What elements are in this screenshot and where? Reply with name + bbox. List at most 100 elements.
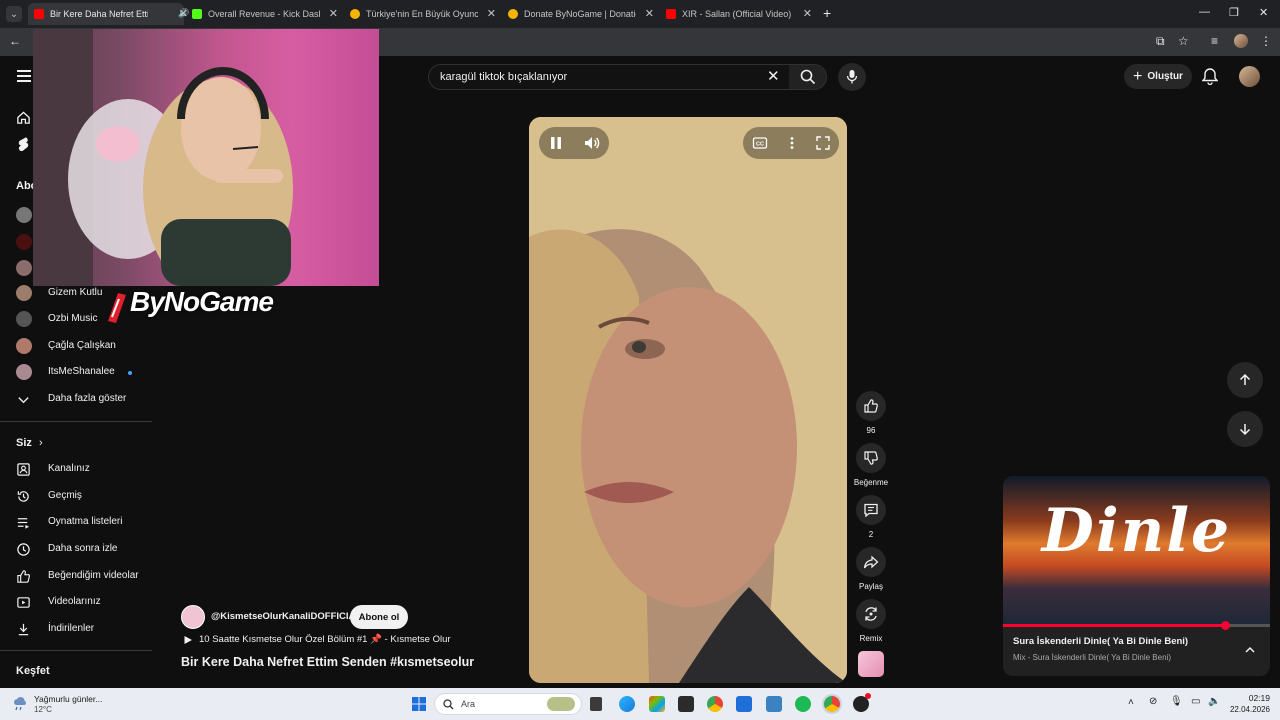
mix-mini-player[interactable]: Dinle Sura İskenderli Dinle( Ya Bi Dinle… — [1003, 476, 1270, 676]
volume-icon — [585, 137, 600, 149]
app-icon[interactable] — [766, 696, 782, 712]
weather-text[interactable]: Yağmurlu günler... — [34, 694, 102, 704]
video-frame-image — [529, 117, 847, 683]
sound-thumbnail[interactable] — [858, 651, 884, 677]
thumbnail-text: Dinle — [1041, 496, 1232, 566]
live-dot — [128, 371, 132, 375]
voice-search-button[interactable] — [838, 63, 866, 91]
chevron-up-icon[interactable] — [1244, 644, 1256, 656]
clear-search-icon[interactable]: ✕ — [767, 67, 780, 85]
close-tab-icon[interactable]: ✕ — [803, 7, 812, 20]
bookmark-star-icon[interactable]: ☆ — [1178, 34, 1189, 48]
minimize-icon[interactable]: — — [1199, 6, 1210, 18]
playlist-link[interactable]: 10 Saatte Kısmetse Olur Özel Bölüm #1 📌 … — [183, 634, 451, 645]
shorts-video-player[interactable]: CC — [529, 117, 847, 683]
mix-progress-knob[interactable] — [1220, 621, 1230, 630]
task-view-icon[interactable] — [590, 697, 602, 711]
tab[interactable]: Türkiye'nin En Büyük Oyuncu D ✕ — [344, 3, 500, 25]
sidebar-item-liked-videos[interactable]: Beğendiğim videolar — [0, 563, 152, 589]
shorts-icon — [18, 137, 29, 151]
avatar[interactable] — [16, 260, 32, 276]
tab-search-button[interactable]: ⌄ — [6, 6, 22, 22]
menu-icon[interactable] — [17, 70, 31, 85]
close-tab-icon[interactable]: ✕ — [487, 7, 496, 20]
channel-handle[interactable]: @KismetseOlurKanaliDOFFICIAL — [211, 611, 361, 622]
sidebar-item-playlists[interactable]: Oynatma listeleri — [0, 509, 152, 535]
you-heading[interactable]: Siz › — [16, 437, 43, 449]
more-vert-icon[interactable]: ⋮ — [1260, 34, 1272, 48]
clock-time[interactable]: 02:19 — [1214, 693, 1270, 703]
install-app-icon[interactable]: ⧉ — [1156, 34, 1165, 49]
close-tab-icon[interactable]: ✕ — [645, 7, 654, 20]
search-highlight-image — [547, 697, 575, 711]
thumbs-down-icon — [864, 451, 878, 465]
remix-label: Remix — [859, 634, 883, 643]
sidebar-item-your-videos[interactable]: Videolarınız — [0, 589, 152, 615]
plus-icon[interactable]: + — [823, 5, 831, 21]
profile-avatar[interactable] — [1234, 34, 1248, 48]
microphone-icon[interactable]: 🎙 — [1170, 696, 1183, 707]
spotify-icon[interactable] — [795, 696, 811, 712]
tab[interactable]: XIR - Sallan (Official Video) - Yo ✕ — [660, 3, 816, 25]
volume-button[interactable] — [583, 134, 601, 157]
previous-short-button[interactable] — [1227, 362, 1263, 398]
dislike-button[interactable] — [856, 443, 886, 473]
show-more-button[interactable]: Daha fazla göster — [0, 386, 152, 412]
create-button[interactable]: + Oluştur — [1124, 64, 1192, 89]
tab[interactable]: Overall Revenue - Kick Dashbo ✕ — [186, 3, 342, 25]
tab[interactable]: Donate ByNoGame | Donations ✕ — [502, 3, 658, 25]
close-tab-icon[interactable]: ✕ — [329, 7, 338, 20]
mix-subtitle: Mix - Sura İskenderli Dinle( Ya Bi Dinle… — [1013, 653, 1171, 662]
notifications-bell-icon[interactable] — [1202, 67, 1218, 85]
account-avatar[interactable] — [1239, 66, 1260, 87]
next-short-button[interactable] — [1227, 411, 1263, 447]
close-window-icon[interactable]: ✕ — [1259, 6, 1268, 19]
browser-tab-strip: ⌄ Bir Kere Daha Nefret Ettim 🔊 ✕ Overall… — [0, 0, 1280, 28]
store-icon[interactable] — [649, 696, 665, 712]
search-button[interactable] — [789, 64, 827, 90]
channel-icon — [17, 463, 30, 476]
chrome-icon[interactable] — [707, 696, 723, 712]
captions-button[interactable]: CC — [752, 135, 768, 156]
avatar — [16, 311, 32, 327]
sidebar-item-channel[interactable]: Çağla Çalışkan — [0, 333, 152, 359]
channel-avatar[interactable] — [181, 605, 205, 629]
like-button[interactable] — [856, 391, 886, 421]
edge-icon[interactable] — [619, 696, 635, 712]
maximize-icon[interactable]: ❐ — [1229, 6, 1239, 19]
sidebar-item-watch-later[interactable]: Daha sonra izle — [0, 536, 152, 562]
fullscreen-button[interactable] — [815, 135, 831, 156]
avatar[interactable] — [16, 207, 32, 223]
search-box[interactable] — [428, 64, 792, 90]
microphone-icon — [846, 70, 858, 84]
app-icon[interactable] — [678, 696, 694, 712]
divider — [0, 650, 152, 651]
comments-button[interactable] — [856, 495, 886, 525]
app-icon[interactable] — [736, 696, 752, 712]
sidebar-item-channel[interactable]: ItsMeShanalee — [0, 359, 152, 385]
tab-active[interactable]: Bir Kere Daha Nefret Ettim 🔊 ✕ — [28, 3, 189, 25]
sidebar-item-history[interactable]: Geçmiş — [0, 483, 152, 509]
weather-rain-icon — [14, 697, 26, 711]
share-button[interactable] — [856, 547, 886, 577]
taskbar-search[interactable]: Ara — [434, 693, 582, 715]
subscribe-button[interactable]: Abone ol — [350, 605, 408, 629]
more-options-button[interactable] — [784, 135, 800, 156]
mix-thumbnail: Dinle — [1003, 476, 1270, 626]
media-control-icon[interactable]: ≡ — [1211, 34, 1218, 48]
sidebar-item-your-channel[interactable]: Kanalınız — [0, 456, 152, 482]
chevron-up-icon[interactable]: ˄ — [1128, 697, 1134, 708]
search-input[interactable] — [440, 71, 760, 83]
remix-button[interactable] — [856, 599, 886, 629]
play-icon — [184, 635, 192, 644]
sidebar-item-downloads[interactable]: İndirilenler — [0, 616, 152, 642]
avatar[interactable] — [16, 234, 32, 250]
share-label: Paylaş — [858, 582, 883, 591]
clock-date: 22.04.2026 — [1229, 705, 1270, 714]
windows-start-icon[interactable] — [411, 696, 427, 712]
back-arrow-icon[interactable]: ← — [9, 34, 21, 48]
pause-button[interactable] — [547, 134, 565, 157]
network-icon[interactable]: ⊘ — [1149, 696, 1157, 707]
chrome-icon[interactable] — [824, 696, 840, 712]
mix-progress-bar[interactable] — [1003, 624, 1270, 627]
